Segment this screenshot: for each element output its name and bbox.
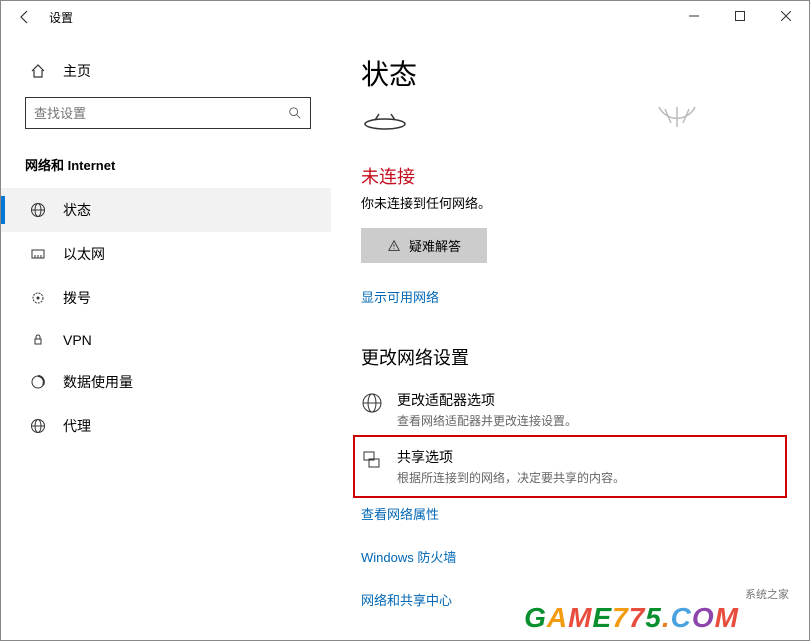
window-title: 设置 bbox=[49, 9, 73, 26]
adapter-icon bbox=[361, 390, 383, 414]
firewall-link[interactable]: Windows 防火墙 bbox=[361, 547, 779, 566]
proxy-icon bbox=[29, 418, 47, 434]
main-panel: 状态 未连接 你未连接到任何网络。 疑难解答 显示可用网络 更改网络设置 bbox=[331, 33, 809, 640]
close-icon bbox=[781, 11, 791, 21]
content-area: 主页 网络和 Internet 状态 以太网 拨号 VPN bbox=[1, 33, 809, 640]
data-usage-icon bbox=[29, 374, 47, 390]
minimize-icon bbox=[689, 11, 699, 21]
not-connected-sub: 你未连接到任何网络。 bbox=[361, 193, 779, 212]
change-settings-heading: 更改网络设置 bbox=[361, 344, 779, 370]
troubleshoot-button[interactable]: 疑难解答 bbox=[361, 228, 487, 263]
sidebar-item-label: 以太网 bbox=[63, 244, 105, 264]
search-input[interactable] bbox=[34, 106, 288, 121]
network-properties-link[interactable]: 查看网络属性 bbox=[361, 504, 779, 523]
sharing-title: 共享选项 bbox=[397, 447, 625, 467]
minimize-button[interactable] bbox=[671, 1, 717, 31]
globe-disconnected-icon bbox=[655, 103, 699, 133]
search-box[interactable] bbox=[25, 97, 311, 129]
sidebar-item-vpn[interactable]: VPN bbox=[1, 320, 331, 360]
home-icon bbox=[29, 63, 47, 79]
show-networks-link[interactable]: 显示可用网络 bbox=[361, 287, 439, 306]
sharing-sub: 根据所连接到的网络，决定要共享的内容。 bbox=[397, 469, 625, 486]
adapter-texts: 更改适配器选项 查看网络适配器并更改连接设置。 bbox=[397, 390, 577, 429]
sidebar-item-data-usage[interactable]: 数据使用量 bbox=[1, 360, 331, 404]
sharing-icon bbox=[361, 447, 383, 471]
maximize-button[interactable] bbox=[717, 1, 763, 31]
search-icon bbox=[288, 106, 302, 120]
warning-icon bbox=[387, 239, 401, 253]
troubleshoot-label: 疑难解答 bbox=[409, 236, 461, 255]
sidebar-item-proxy[interactable]: 代理 bbox=[1, 404, 331, 448]
page-title: 状态 bbox=[361, 53, 779, 93]
watermark-logo: GAME775.COM bbox=[524, 602, 739, 634]
window-controls bbox=[671, 1, 809, 31]
maximize-icon bbox=[735, 11, 745, 21]
vpn-icon bbox=[29, 332, 47, 348]
not-connected-title: 未连接 bbox=[361, 163, 779, 189]
watermark-small: 系统之家 bbox=[745, 586, 789, 602]
dialup-icon bbox=[29, 290, 47, 306]
arrow-left-icon bbox=[17, 9, 33, 25]
sharing-options-row[interactable]: 共享选项 根据所连接到的网络，决定要共享的内容。 bbox=[361, 447, 779, 486]
sidebar-item-label: 状态 bbox=[63, 200, 91, 220]
sharing-highlight: 共享选项 根据所连接到的网络，决定要共享的内容。 bbox=[353, 435, 787, 498]
adapter-sub: 查看网络适配器并更改连接设置。 bbox=[397, 412, 577, 429]
globe-icon bbox=[29, 202, 47, 218]
sidebar-item-ethernet[interactable]: 以太网 bbox=[1, 232, 331, 276]
sidebar-item-label: 拨号 bbox=[63, 288, 91, 308]
sidebar-item-label: 代理 bbox=[63, 416, 91, 436]
titlebar: 设置 bbox=[1, 1, 809, 33]
sharing-texts: 共享选项 根据所连接到的网络，决定要共享的内容。 bbox=[397, 447, 625, 486]
sidebar-item-label: VPN bbox=[63, 332, 92, 348]
home-label: 主页 bbox=[63, 61, 91, 81]
adapter-options-row[interactable]: 更改适配器选项 查看网络适配器并更改连接设置。 bbox=[361, 390, 779, 429]
status-icons-row bbox=[361, 103, 779, 133]
device-icon bbox=[361, 104, 409, 132]
sidebar-item-dialup[interactable]: 拨号 bbox=[1, 276, 331, 320]
sidebar-item-status[interactable]: 状态 bbox=[1, 188, 331, 232]
settings-window: 设置 主页 网络和 Interne bbox=[0, 0, 810, 641]
sidebar: 主页 网络和 Internet 状态 以太网 拨号 VPN bbox=[1, 33, 331, 640]
back-button[interactable] bbox=[9, 1, 41, 33]
close-button[interactable] bbox=[763, 1, 809, 31]
sidebar-item-label: 数据使用量 bbox=[63, 372, 133, 392]
sidebar-section-label: 网络和 Internet bbox=[1, 149, 331, 188]
ethernet-icon bbox=[29, 246, 47, 262]
home-link[interactable]: 主页 bbox=[1, 53, 331, 97]
adapter-title: 更改适配器选项 bbox=[397, 390, 577, 410]
